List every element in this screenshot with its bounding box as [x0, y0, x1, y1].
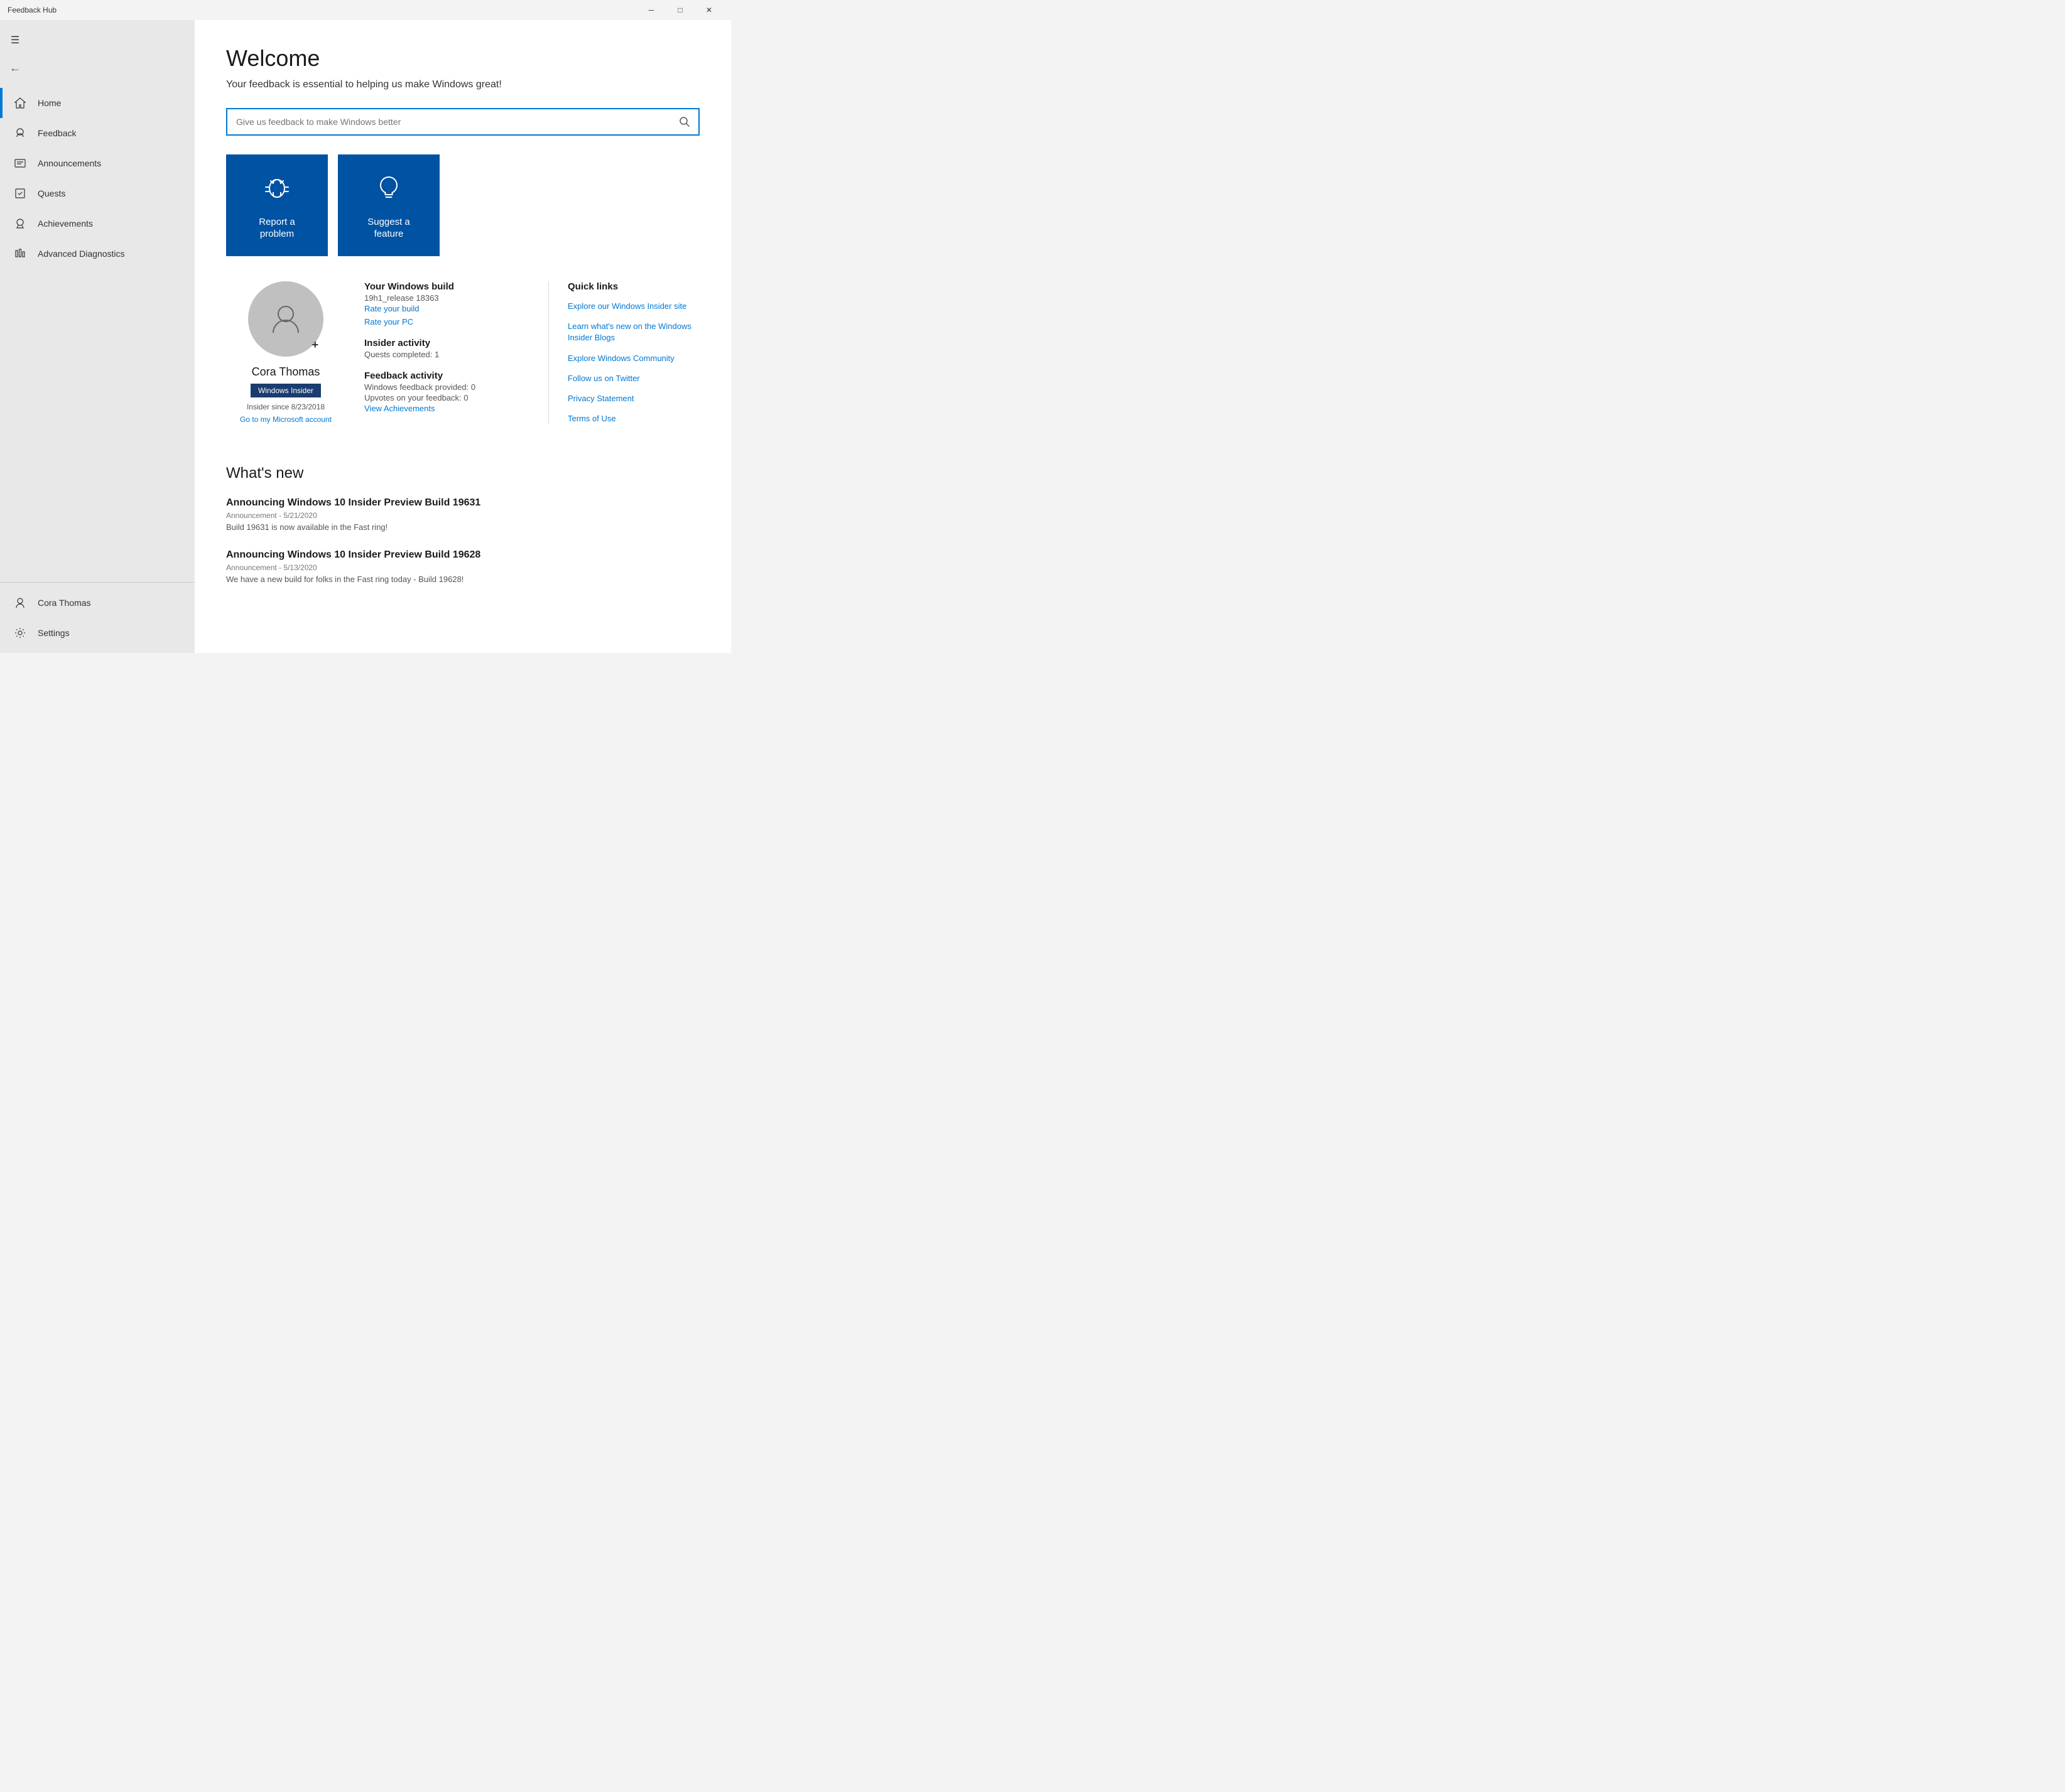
sidebar-top: ☰ ←: [0, 20, 195, 88]
achievements-icon: [10, 213, 30, 234]
window-controls: ─ □ ✕: [637, 0, 724, 20]
welcome-subtitle: Your feedback is essential to helping us…: [226, 79, 700, 90]
sidebar-item-feedback-label: Feedback: [38, 128, 76, 138]
insider-since: Insider since 8/23/2018: [247, 402, 325, 411]
bug-icon: [261, 171, 293, 207]
quick-links: Quick links Explore our Windows Insider …: [549, 281, 700, 433]
bulb-icon: [372, 171, 405, 207]
quick-links-title: Quick links: [568, 281, 700, 292]
whats-new-title: What's new: [226, 465, 700, 482]
sidebar-item-quests[interactable]: Quests: [0, 178, 195, 208]
sidebar-item-feedback[interactable]: Feedback: [0, 118, 195, 148]
feedback-provided: Windows feedback provided: 0: [364, 382, 529, 392]
ms-account-link[interactable]: Go to my Microsoft account: [240, 415, 332, 424]
close-button[interactable]: ✕: [695, 0, 724, 20]
sidebar-settings-label: Settings: [38, 628, 70, 638]
insider-activity-section: Insider activity Quests completed: 1: [364, 338, 529, 359]
maximize-button[interactable]: □: [666, 0, 695, 20]
hamburger-button[interactable]: ☰: [0, 25, 30, 55]
action-buttons: Report aproblem Suggest afeature: [226, 154, 700, 256]
search-box: [226, 108, 700, 136]
avatar: +: [248, 281, 323, 357]
app-title: Feedback Hub: [8, 6, 637, 14]
insider-activity-title: Insider activity: [364, 338, 529, 348]
search-input[interactable]: [227, 117, 671, 127]
announcements-icon: [10, 153, 30, 173]
minimize-button[interactable]: ─: [637, 0, 666, 20]
user-stats: Your Windows build 19h1_release 18363 Ra…: [364, 281, 549, 424]
rate-build-link[interactable]: Rate your build: [364, 304, 529, 313]
build-title: Your Windows build: [364, 281, 529, 292]
search-button[interactable]: [671, 108, 698, 136]
feedback-activity-title: Feedback activity: [364, 370, 529, 381]
whats-new-section: What's new Announcing Windows 10 Insider…: [226, 465, 700, 584]
report-problem-label: Report aproblem: [259, 216, 295, 240]
news-item-0-meta: Announcement - 5/21/2020: [226, 511, 700, 520]
main-content: Welcome Your feedback is essential to he…: [195, 20, 731, 653]
sidebar-item-home[interactable]: Home: [0, 88, 195, 118]
avatar-plus-icon: +: [312, 338, 318, 352]
news-item-1-meta: Announcement - 5/13/2020: [226, 563, 700, 572]
feedback-icon: [10, 123, 30, 143]
insider-badge: Windows Insider: [251, 384, 321, 397]
quick-link-2[interactable]: Explore Windows Community: [568, 353, 700, 364]
sidebar-bottom: Cora Thomas Settings: [0, 582, 195, 653]
welcome-title: Welcome: [226, 45, 700, 72]
feedback-upvotes: Upvotes on your feedback: 0: [364, 393, 529, 402]
sidebar-item-settings[interactable]: Settings: [0, 618, 195, 648]
news-item-0-desc: Build 19631 is now available in the Fast…: [226, 522, 700, 532]
quick-link-5[interactable]: Terms of Use: [568, 413, 700, 424]
sidebar-item-quests-label: Quests: [38, 188, 65, 198]
news-item-1-title: Announcing Windows 10 Insider Preview Bu…: [226, 549, 700, 561]
home-icon: [10, 93, 30, 113]
suggest-feature-label: Suggest afeature: [367, 216, 410, 240]
news-item-1-desc: We have a new build for folks in the Fas…: [226, 575, 700, 584]
back-button[interactable]: ←: [0, 55, 30, 80]
sidebar-item-advanced-label: Advanced Diagnostics: [38, 249, 125, 259]
quick-link-1[interactable]: Learn what's new on the Windows Insider …: [568, 321, 700, 343]
view-achievements-link[interactable]: View Achievements: [364, 404, 529, 413]
user-profile: + Cora Thomas Windows Insider Insider si…: [226, 281, 364, 424]
nav-items: Home Feedback: [0, 88, 195, 582]
rate-pc-link[interactable]: Rate your PC: [364, 317, 529, 327]
sidebar: ☰ ← Home Feedb: [0, 20, 195, 653]
settings-icon: [10, 623, 30, 643]
news-item-1[interactable]: Announcing Windows 10 Insider Preview Bu…: [226, 549, 700, 584]
report-problem-button[interactable]: Report aproblem: [226, 154, 328, 256]
sidebar-item-advanced[interactable]: Advanced Diagnostics: [0, 239, 195, 269]
quests-completed: Quests completed: 1: [364, 350, 529, 359]
quests-icon: [10, 183, 30, 203]
quick-link-4[interactable]: Privacy Statement: [568, 393, 700, 404]
feedback-activity-section: Feedback activity Windows feedback provi…: [364, 370, 529, 413]
quick-link-3[interactable]: Follow us on Twitter: [568, 373, 700, 384]
build-value: 19h1_release 18363: [364, 293, 529, 303]
user-icon: [10, 593, 30, 613]
title-bar: Feedback Hub ─ □ ✕: [0, 0, 731, 20]
advanced-icon: [10, 244, 30, 264]
sidebar-item-achievements[interactable]: Achievements: [0, 208, 195, 239]
sidebar-user-label: Cora Thomas: [38, 598, 91, 608]
app-container: ☰ ← Home Feedb: [0, 20, 731, 653]
news-item-0-title: Announcing Windows 10 Insider Preview Bu…: [226, 497, 700, 509]
sidebar-item-achievements-label: Achievements: [38, 219, 93, 229]
sidebar-item-announcements[interactable]: Announcements: [0, 148, 195, 178]
sidebar-item-user[interactable]: Cora Thomas: [0, 588, 195, 618]
user-info-section: + Cora Thomas Windows Insider Insider si…: [226, 281, 700, 433]
suggest-feature-button[interactable]: Suggest afeature: [338, 154, 440, 256]
build-section: Your Windows build 19h1_release 18363 Ra…: [364, 281, 529, 327]
quick-link-0[interactable]: Explore our Windows Insider site: [568, 301, 700, 312]
sidebar-item-home-label: Home: [38, 98, 61, 108]
user-name: Cora Thomas: [252, 365, 320, 379]
sidebar-item-announcements-label: Announcements: [38, 158, 101, 168]
news-item-0[interactable]: Announcing Windows 10 Insider Preview Bu…: [226, 497, 700, 532]
